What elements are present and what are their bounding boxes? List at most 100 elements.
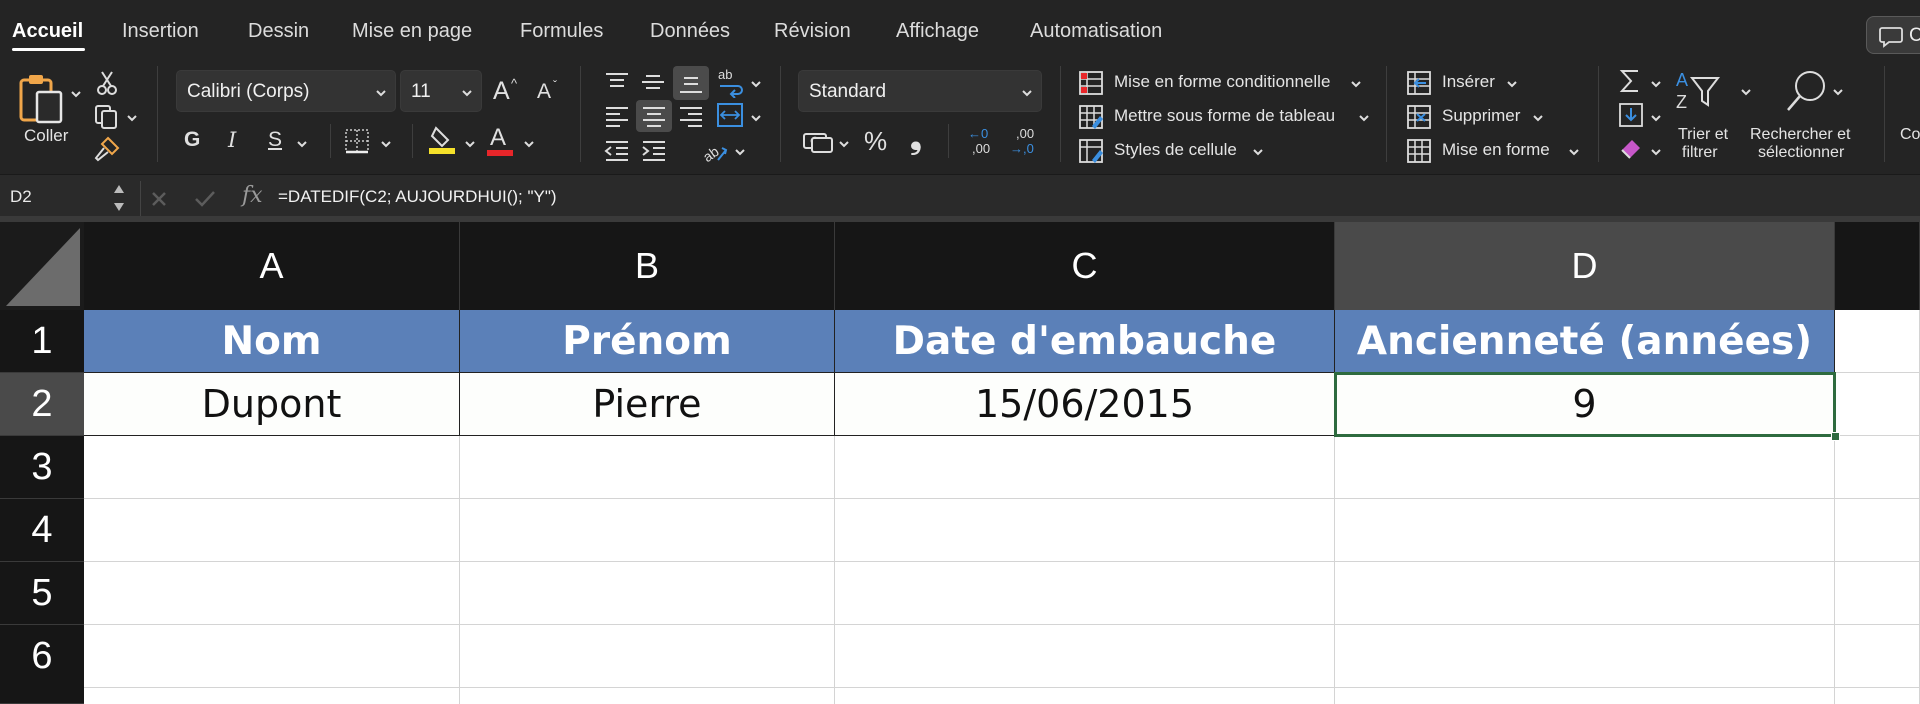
- tab-accueil[interactable]: Accueil: [12, 20, 83, 43]
- copy-chevron-icon[interactable]: [126, 112, 138, 124]
- cell-e4[interactable]: [1835, 499, 1920, 562]
- cell-b1[interactable]: Prénom: [460, 310, 835, 373]
- cell-b3[interactable]: [460, 436, 835, 499]
- decrease-decimal-button[interactable]: ,00 →,0: [1008, 126, 1040, 160]
- align-middle-icon[interactable]: [640, 70, 666, 94]
- cell-b5[interactable]: [460, 562, 835, 625]
- truncated-group-label[interactable]: Co: [1900, 126, 1920, 144]
- cell-styles-button[interactable]: Styles de cellule: [1076, 136, 1276, 166]
- cell-d7[interactable]: [1335, 688, 1835, 704]
- cell-d3[interactable]: [1335, 436, 1835, 499]
- comments-button[interactable]: C: [1866, 16, 1920, 54]
- cell-a2[interactable]: Dupont: [84, 373, 460, 436]
- align-center-icon[interactable]: [641, 104, 667, 128]
- italic-button[interactable]: I: [228, 128, 236, 152]
- tab-automatisation[interactable]: Automatisation: [1030, 20, 1162, 43]
- font-color-button[interactable]: A: [490, 124, 506, 152]
- cell-e6[interactable]: [1835, 625, 1920, 688]
- tab-affichage[interactable]: Affichage: [896, 20, 979, 43]
- clear-chevron-icon[interactable]: [1650, 146, 1662, 158]
- name-box[interactable]: D2: [10, 187, 32, 207]
- clear-icon[interactable]: [1618, 136, 1644, 162]
- find-select-button[interactable]: Rechercher et sélectionner: [1748, 66, 1878, 170]
- insert-cells-button[interactable]: Insérer: [1404, 68, 1524, 98]
- cell-b2[interactable]: Pierre: [460, 373, 835, 436]
- shrink-font-button[interactable]: A: [537, 80, 551, 104]
- increase-decimal-button[interactable]: ←0 ,00: [966, 126, 998, 160]
- tab-revision[interactable]: Révision: [774, 20, 851, 43]
- cancel-icon[interactable]: [150, 190, 168, 208]
- row-header-5[interactable]: 5: [0, 562, 84, 625]
- underline-button[interactable]: S: [268, 128, 282, 152]
- number-format-dropdown[interactable]: Standard: [798, 70, 1042, 112]
- column-header-c[interactable]: C: [835, 222, 1335, 310]
- cell-e5[interactable]: [1835, 562, 1920, 625]
- orientation-icon[interactable]: ab: [700, 136, 730, 164]
- cut-icon[interactable]: [96, 70, 118, 96]
- fill-chevron-icon[interactable]: [1650, 112, 1662, 124]
- align-left-icon[interactable]: [604, 104, 630, 128]
- cell-d1[interactable]: Ancienneté (années): [1335, 310, 1835, 373]
- align-right-icon[interactable]: [678, 104, 704, 128]
- cell-e2[interactable]: [1835, 373, 1920, 436]
- wrap-orientation-icon[interactable]: ab: [716, 66, 748, 98]
- percent-button[interactable]: %: [864, 126, 887, 157]
- cell-d2[interactable]: 9: [1335, 373, 1835, 436]
- cell-c7[interactable]: [835, 688, 1335, 704]
- row-header-4[interactable]: 4: [0, 499, 84, 562]
- cell-a5[interactable]: [84, 562, 460, 625]
- cell-a7[interactable]: [84, 688, 460, 704]
- font-color-chevron-icon[interactable]: [523, 138, 535, 150]
- row-header-3[interactable]: 3: [0, 436, 84, 499]
- bold-button[interactable]: G: [184, 128, 200, 152]
- conditional-formatting-button[interactable]: Mise en forme conditionnelle: [1076, 68, 1366, 98]
- row-header-6[interactable]: 6: [0, 625, 84, 704]
- enter-check-icon[interactable]: [194, 189, 216, 209]
- format-cells-button[interactable]: Mise en forme: [1404, 136, 1584, 166]
- merge-center-icon[interactable]: [716, 102, 744, 128]
- cell-d4[interactable]: [1335, 499, 1835, 562]
- highlight-chevron-icon[interactable]: [464, 138, 476, 150]
- autosum-chevron-icon[interactable]: [1650, 78, 1662, 90]
- highlight-color-icon[interactable]: [428, 124, 456, 156]
- column-header-a[interactable]: A: [84, 222, 460, 310]
- tab-mise-en-page[interactable]: Mise en page: [352, 20, 472, 43]
- cell-e7[interactable]: [1835, 688, 1920, 704]
- font-size-dropdown[interactable]: 11: [400, 70, 482, 112]
- formula-input[interactable]: =DATEDIF(C2; AUJOURDHUI(); "Y"): [278, 187, 557, 207]
- underline-chevron-icon[interactable]: [296, 138, 308, 150]
- name-box-stepper-icon[interactable]: [112, 181, 126, 215]
- cell-a1[interactable]: Nom: [84, 310, 460, 373]
- align-top-icon[interactable]: [604, 70, 630, 94]
- tab-insertion[interactable]: Insertion: [122, 20, 199, 43]
- delete-cells-button[interactable]: Supprimer: [1404, 102, 1544, 132]
- increase-indent-icon[interactable]: [641, 138, 667, 162]
- accounting-chevron-icon[interactable]: [838, 138, 850, 150]
- cell-e1[interactable]: [1835, 310, 1920, 373]
- align-bottom-icon[interactable]: [678, 72, 704, 96]
- column-header-e[interactable]: [1835, 222, 1920, 310]
- tab-donnees[interactable]: Données: [650, 20, 730, 43]
- cell-c4[interactable]: [835, 499, 1335, 562]
- tab-dessin[interactable]: Dessin: [248, 20, 309, 43]
- cell-c6[interactable]: [835, 625, 1335, 688]
- cell-d6[interactable]: [1335, 625, 1835, 688]
- format-as-table-button[interactable]: Mettre sous forme de tableau: [1076, 102, 1376, 132]
- wrap-chevron-icon[interactable]: [750, 78, 762, 90]
- tab-formules[interactable]: Formules: [520, 20, 603, 43]
- borders-chevron-icon[interactable]: [380, 138, 392, 150]
- row-header-1[interactable]: 1: [0, 310, 84, 373]
- font-family-dropdown[interactable]: Calibri (Corps): [176, 70, 396, 112]
- cell-d5[interactable]: [1335, 562, 1835, 625]
- cell-a3[interactable]: [84, 436, 460, 499]
- cell-c1[interactable]: Date d'embauche: [835, 310, 1335, 373]
- autosum-icon[interactable]: [1618, 68, 1642, 94]
- grow-font-button[interactable]: A: [493, 77, 510, 106]
- merge-chevron-icon[interactable]: [750, 112, 762, 124]
- cell-b4[interactable]: [460, 499, 835, 562]
- fill-icon[interactable]: [1618, 102, 1644, 128]
- cell-a4[interactable]: [84, 499, 460, 562]
- borders-icon[interactable]: [344, 128, 370, 154]
- cell-c5[interactable]: [835, 562, 1335, 625]
- select-all-corner[interactable]: [0, 222, 84, 310]
